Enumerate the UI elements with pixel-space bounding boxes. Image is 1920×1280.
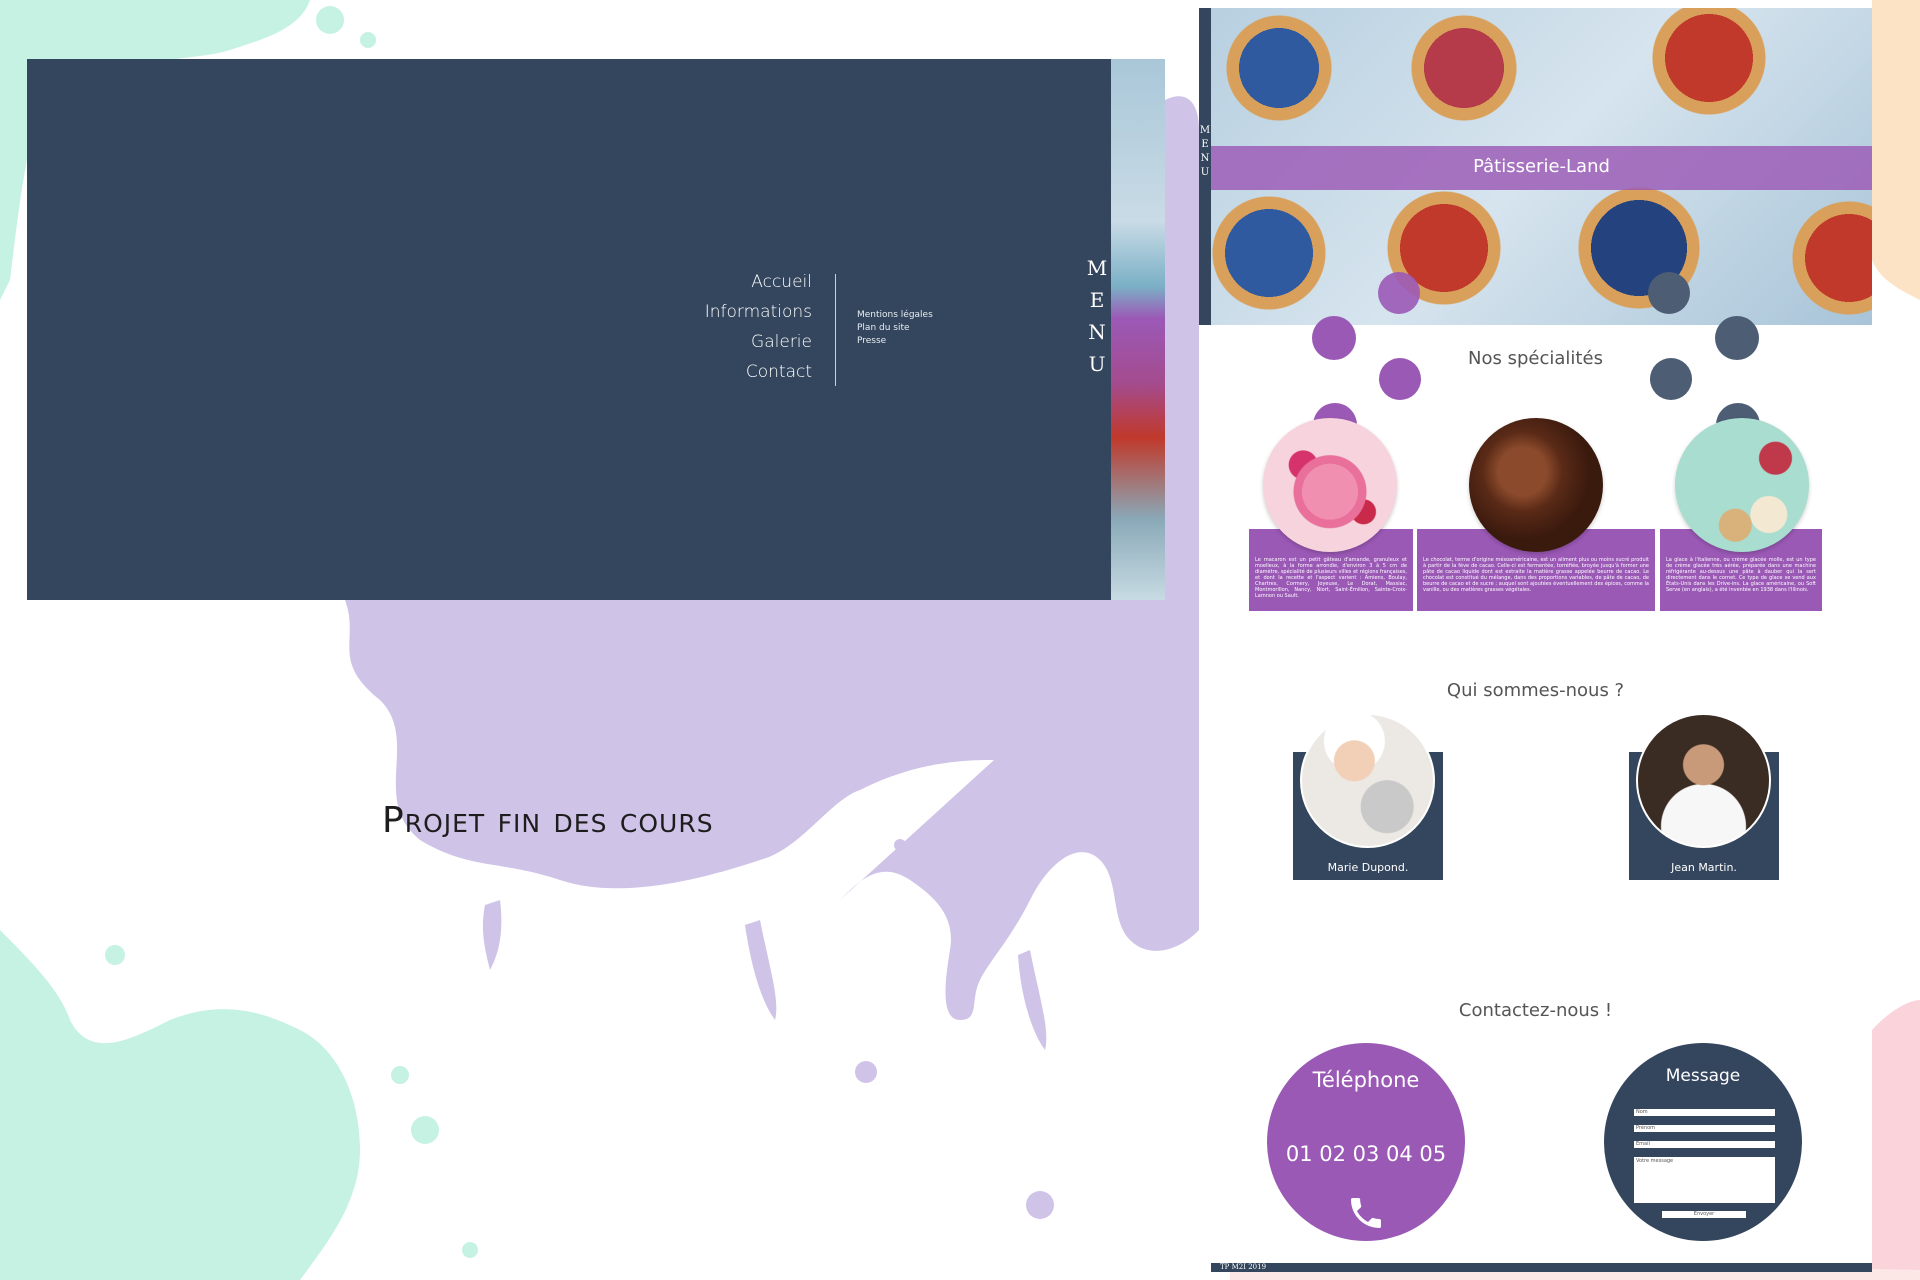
menu-letter: M <box>1086 256 1108 280</box>
nav-link-mentions-legales[interactable]: Mentions légales <box>857 310 933 323</box>
menu-letter: M <box>1199 125 1211 136</box>
specialty-text: La glace à l'italienne, ou crème glacée … <box>1666 557 1816 593</box>
footer-text: TP M2I 2019 <box>1220 1263 1267 1271</box>
menu-letter: U <box>1200 167 1210 178</box>
menu-strip-edge <box>1109 59 1111 600</box>
decor-bubble <box>1378 272 1420 314</box>
ice-cream-image <box>1675 418 1809 552</box>
name-field[interactable]: Nom <box>1634 1109 1775 1116</box>
specialty-text: Le chocolat, terme d'origine mésoamérica… <box>1423 557 1649 593</box>
nav-link-contact[interactable]: Contact <box>642 362 812 392</box>
chef-marie-photo <box>1300 713 1435 848</box>
nav-link-presse[interactable]: Presse <box>857 336 933 349</box>
menu-hero-strip-image <box>1109 59 1165 600</box>
menu-letter: U <box>1088 352 1106 376</box>
decor-bubble <box>1648 272 1690 314</box>
specialties-title: Nos spécialités <box>1468 348 1603 369</box>
menu-vertical-letters: MENU <box>1087 256 1107 376</box>
email-field[interactable]: Email <box>1634 1141 1775 1148</box>
macarons-image <box>1263 418 1397 552</box>
phone-label: Téléphone <box>1312 1068 1420 1092</box>
chocolate-image <box>1469 418 1603 552</box>
hero-menu-letters: MENU <box>1199 125 1211 178</box>
phone-icon <box>1351 1198 1381 1228</box>
message-label: Message <box>1665 1066 1741 1086</box>
menu-letter: E <box>1089 288 1105 312</box>
about-title: Qui sommes-nous ? <box>1446 680 1625 701</box>
nav-separator <box>835 274 836 386</box>
menu-letter: N <box>1088 320 1106 344</box>
nav-sub-list: Mentions légales Plan du site Presse <box>857 310 933 349</box>
menu-panel <box>27 59 1165 600</box>
project-title: Projet fin des cours <box>382 800 714 841</box>
nav-link-galerie[interactable]: Galerie <box>642 332 812 362</box>
menu-vertical-label[interactable]: MENU <box>1087 256 1107 376</box>
menu-letter: N <box>1200 153 1210 164</box>
team-name-marie: Marie Dupond. <box>1327 861 1409 874</box>
submit-button[interactable]: Envoyer <box>1662 1211 1746 1218</box>
nav-link-informations[interactable]: Informations <box>642 302 812 332</box>
nav-link-plan-du-site[interactable]: Plan du site <box>857 323 933 336</box>
specialty-text: Le macaron est un petit gâteau d'amande,… <box>1255 557 1407 599</box>
chef-jean-photo <box>1636 713 1771 848</box>
nav-link-accueil[interactable]: Accueil <box>642 272 812 302</box>
site-title: Pâtisserie-Land <box>1473 156 1610 177</box>
menu-letter: E <box>1201 139 1209 150</box>
phone-number[interactable]: 01 02 03 04 05 <box>1267 1142 1465 1166</box>
hero-menu-label[interactable]: MENU <box>1199 125 1211 178</box>
nav-main-list: Accueil Informations Galerie Contact <box>642 272 812 392</box>
message-textarea[interactable]: Votre message <box>1634 1157 1775 1203</box>
footer-bar <box>1211 1263 1872 1272</box>
contact-title: Contactez-nous ! <box>1458 1000 1613 1021</box>
team-name-jean: Jean Martin. <box>1671 861 1737 874</box>
firstname-field[interactable]: Prénom <box>1634 1125 1775 1132</box>
